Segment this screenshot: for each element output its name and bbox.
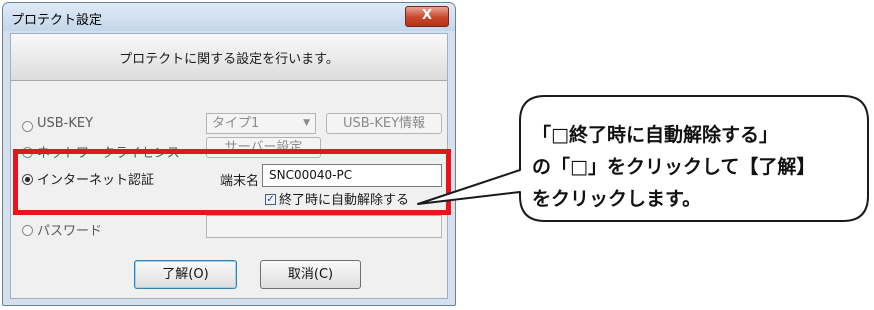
callout-line-3: をクリックします。 bbox=[532, 188, 702, 210]
callout-line-2: の「□」をクリックして【了解】 bbox=[532, 156, 816, 178]
callout-line-1: 「□終了時に自動解除する」 bbox=[532, 124, 778, 146]
callout-text: 「□終了時に自動解除する」 の「□」をクリックして【了解】 をクリックします。 bbox=[532, 119, 852, 215]
